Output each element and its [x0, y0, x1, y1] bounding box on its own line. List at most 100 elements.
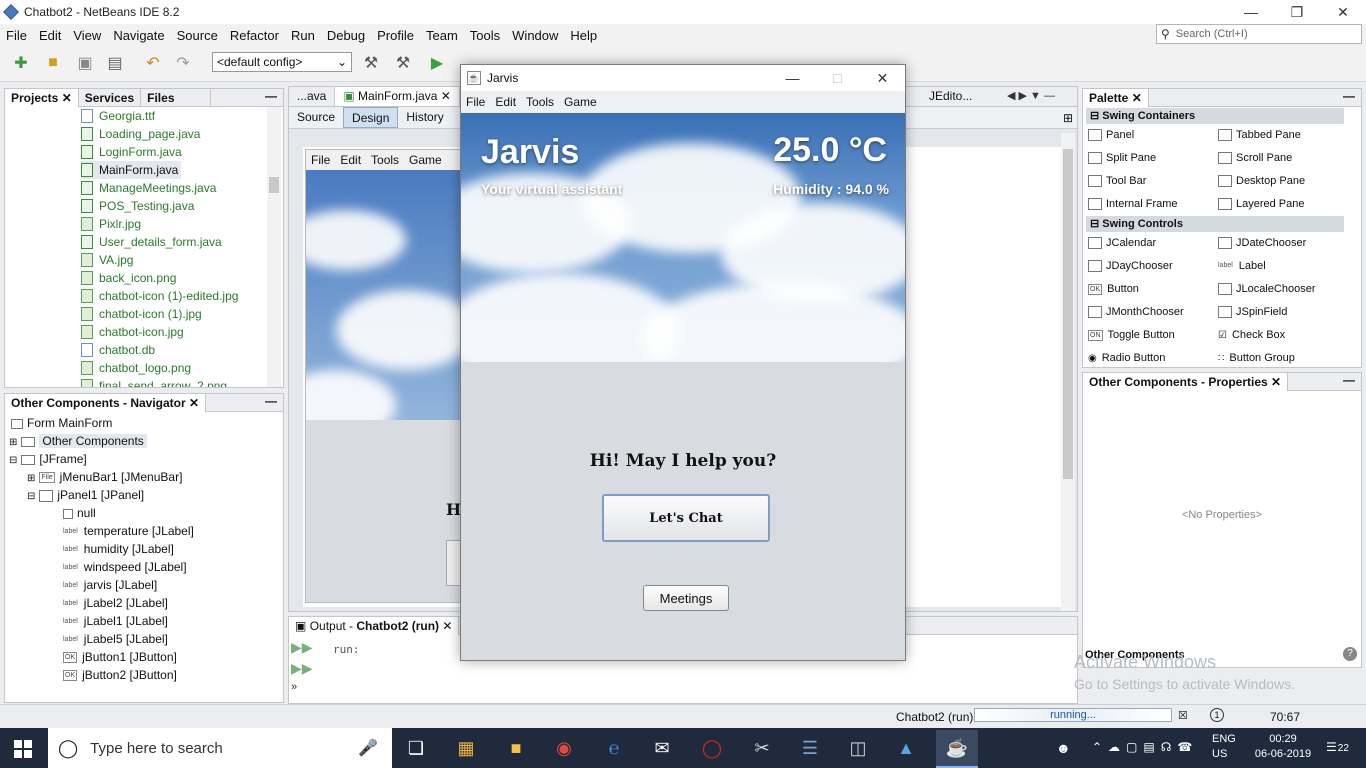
nav-child[interactable]: label temperature [JLabel]: [63, 522, 194, 540]
menu-source[interactable]: Source: [171, 28, 224, 43]
menu-navigate[interactable]: Navigate: [107, 28, 170, 43]
tree-item[interactable]: VA.jpg: [81, 251, 133, 269]
tree-item[interactable]: User_details_form.java: [81, 233, 222, 251]
system-tray-icons[interactable]: ⌃☁▢▤☊☎: [1092, 740, 1198, 754]
palette-item[interactable]: ∷ Button Group: [1218, 349, 1295, 367]
file-explorer-icon[interactable]: ■: [500, 732, 532, 764]
redo-icon[interactable]: ↷: [172, 52, 194, 74]
tab-navigator[interactable]: Other Components - Navigator ✕: [5, 393, 207, 412]
tab-output[interactable]: ▣ Output - Chatbot2 (run) ✕: [289, 616, 460, 635]
snipping-tool-icon[interactable]: ✂: [746, 732, 778, 764]
microphone-icon[interactable]: 🎤: [358, 738, 378, 758]
tree-scrollbar[interactable]: [267, 107, 281, 387]
subtab-source[interactable]: Source: [289, 107, 343, 128]
task-view-icon[interactable]: ❏: [400, 732, 432, 764]
maximize-icon[interactable]: □: [815, 65, 860, 91]
tree-item[interactable]: POS_Testing.java: [81, 197, 194, 215]
palette-section-controls[interactable]: ⊟ Swing Controls: [1086, 216, 1344, 232]
tree-item[interactable]: final_send_arrow_2.png: [81, 377, 227, 387]
close-icon[interactable]: ✕: [1320, 0, 1366, 24]
windows-start-icon[interactable]: [14, 740, 32, 758]
menu-edit[interactable]: Edit: [33, 28, 67, 43]
tree-item[interactable]: chatbot-icon (1).jpg: [81, 305, 202, 323]
minimize-icon[interactable]: —: [1228, 0, 1274, 24]
minimize-panel-icon[interactable]: —: [265, 89, 277, 103]
palette-item[interactable]: Layered Pane: [1218, 195, 1305, 213]
build-icon[interactable]: ⚒: [360, 52, 382, 74]
new-project-icon[interactable]: ■: [42, 52, 64, 74]
tree-item[interactable]: chatbot-icon (1)-edited.jpg: [81, 287, 238, 305]
nav-form[interactable]: Form MainForm: [11, 414, 112, 432]
new-file-icon[interactable]: ✚: [10, 52, 32, 74]
database-icon[interactable]: ◫: [842, 732, 874, 764]
clean-build-icon[interactable]: ⚒: [392, 52, 414, 74]
tree-item[interactable]: LoginForm.java: [81, 143, 182, 161]
palette-item[interactable]: ☑ Check Box: [1218, 326, 1285, 344]
sql-icon[interactable]: ☰: [794, 732, 826, 764]
run-icon[interactable]: ▶: [426, 52, 448, 74]
palette-section-containers[interactable]: ⊟ Swing Containers: [1086, 108, 1344, 124]
people-icon[interactable]: ☻: [1056, 740, 1071, 756]
editor-scrollbar[interactable]: [1061, 133, 1075, 611]
minimize-panel-icon[interactable]: —: [1343, 89, 1355, 103]
jarvis-menu-tools[interactable]: Tools: [521, 95, 559, 109]
menu-help[interactable]: Help: [564, 28, 603, 43]
jarvis-menu-edit[interactable]: Edit: [490, 95, 521, 109]
palette-item[interactable]: label Label: [1218, 257, 1266, 275]
nav-other-components[interactable]: ⊞ Other Components: [9, 432, 147, 450]
tree-item[interactable]: ManageMeetings.java: [81, 179, 216, 197]
help-icon[interactable]: ?: [1343, 647, 1357, 661]
nav-child[interactable]: label jLabel2 [JLabel]: [63, 594, 168, 612]
palette-item[interactable]: ◉ Radio Button: [1088, 349, 1165, 367]
palette-item[interactable]: JDateChooser: [1218, 234, 1306, 252]
editor-tab-mainform[interactable]: ▣ MainForm.java ✕: [335, 87, 460, 106]
menu-profile[interactable]: Profile: [371, 28, 420, 43]
java-taskbar-icon[interactable]: ☕: [936, 730, 978, 768]
palette-item[interactable]: JLocaleChooser: [1218, 280, 1316, 298]
nav-menubar[interactable]: ⊞ File jMenuBar1 [JMenuBar]: [27, 468, 182, 486]
tab-nav-icons[interactable]: ◀ ▶ ▼ —: [1007, 89, 1055, 102]
action-center-icon[interactable]: ☰22: [1326, 740, 1349, 754]
tree-item-selected[interactable]: MainForm.java: [81, 161, 181, 179]
minimize-icon[interactable]: —: [770, 65, 815, 91]
palette-item[interactable]: JDayChooser: [1088, 257, 1173, 275]
palette-item[interactable]: Panel: [1088, 126, 1134, 144]
menu-debug[interactable]: Debug: [321, 28, 371, 43]
close-icon[interactable]: ✕: [860, 65, 905, 91]
rerun-icon[interactable]: ▶▶: [291, 639, 313, 656]
editor-tab-ava[interactable]: ...ava: [289, 87, 336, 106]
save-all-icon[interactable]: ▤: [104, 52, 126, 74]
chrome-icon[interactable]: ◉: [548, 732, 580, 764]
store-icon[interactable]: ▦: [450, 732, 482, 764]
menu-team[interactable]: Team: [420, 28, 464, 43]
menu-run[interactable]: Run: [285, 28, 321, 43]
design-menu-edit[interactable]: Edit: [335, 153, 366, 167]
nav-jframe[interactable]: ⊟ [JFrame]: [9, 450, 87, 468]
nav-child[interactable]: label jLabel5 [JLabel]: [63, 630, 168, 648]
editor-tab-jeditor[interactable]: JEdito...: [929, 89, 972, 103]
subtab-history[interactable]: History: [398, 107, 451, 128]
menu-refactor[interactable]: Refactor: [224, 28, 285, 43]
tree-item[interactable]: chatbot_logo.png: [81, 359, 191, 377]
tree-item[interactable]: back_icon.png: [81, 269, 176, 287]
nav-child[interactable]: OK jButton2 [JButton]: [63, 666, 177, 684]
nav-child[interactable]: label jarvis [JLabel]: [63, 576, 157, 594]
tree-item[interactable]: chatbot-icon.jpg: [81, 323, 184, 341]
tab-files[interactable]: Files: [141, 88, 212, 107]
design-menu-game[interactable]: Game: [404, 153, 447, 167]
design-menu-tools[interactable]: Tools: [366, 153, 404, 167]
palette-item[interactable]: JMonthChooser: [1088, 303, 1184, 321]
minimize-panel-icon[interactable]: —: [265, 394, 277, 408]
subtab-design[interactable]: Design: [343, 107, 399, 128]
menu-file[interactable]: File: [0, 28, 33, 43]
clock[interactable]: 00:29 06-06-2019: [1248, 733, 1318, 760]
palette-item[interactable]: JSpinField: [1218, 303, 1287, 321]
tree-item[interactable]: chatbot.db: [81, 341, 155, 359]
config-select[interactable]: <default config> ⌄: [212, 52, 352, 72]
ide-search-input[interactable]: ⚲ Search (Ctrl+I): [1156, 24, 1362, 44]
tab-palette[interactable]: Palette ✕: [1083, 88, 1149, 107]
nav-child[interactable]: label jLabel1 [JLabel]: [63, 612, 168, 630]
edge-icon[interactable]: ℮: [598, 732, 630, 764]
menu-tools[interactable]: Tools: [464, 28, 506, 43]
palette-item[interactable]: OK Button: [1088, 280, 1139, 298]
